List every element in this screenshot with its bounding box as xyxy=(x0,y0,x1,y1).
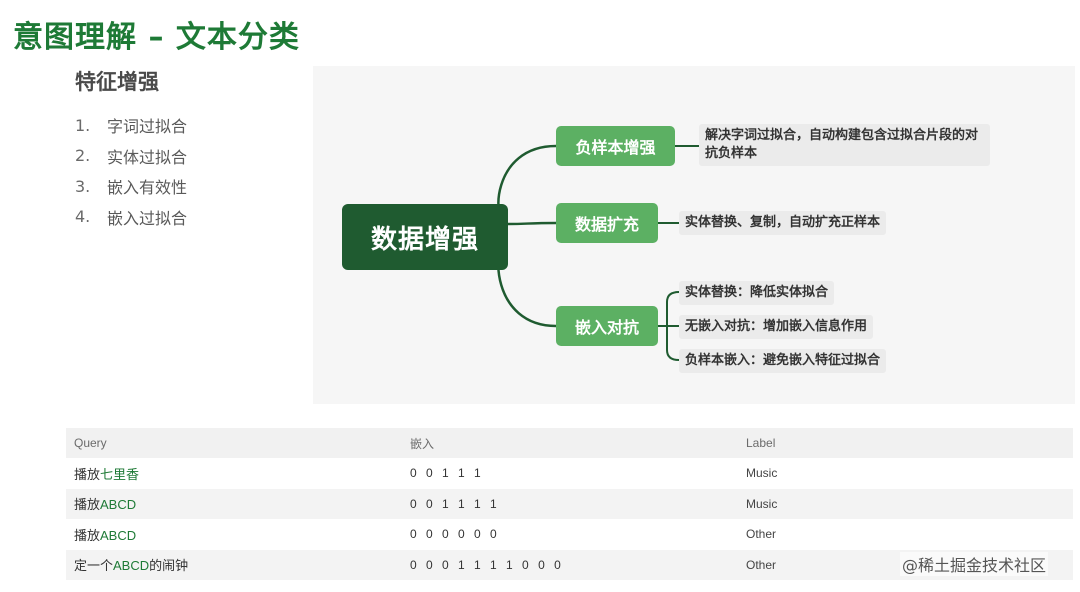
embedding-cell: 0 0 0 1 1 1 1 0 0 0 xyxy=(402,549,738,580)
query-prefix: 播放 xyxy=(74,497,101,513)
leaf-entity-replacement: 实体替换：降低实体拟合 xyxy=(679,281,835,305)
leaf-text-line: 解决字词过拟合，自动构建包含过拟合片段的对 xyxy=(705,128,979,143)
branch-node-embedding-adversarial: 嵌入对抗 xyxy=(556,306,658,346)
table-row: 播放ABCD 0 0 0 0 0 0 Other xyxy=(66,519,1073,550)
table-row: 播放七里香 0 0 1 1 1 Music xyxy=(66,458,1073,489)
feature-item: 4. 嵌入过拟合 xyxy=(75,202,187,233)
feature-number: 2. xyxy=(75,146,91,166)
mindmap-diagram: 数据增强 负样本增强 解决字词过拟合，自动构建包含过拟合片段的对 抗负样本 数据… xyxy=(313,66,1075,404)
branch-node-data-expansion: 数据扩充 xyxy=(556,203,658,243)
feature-number: 4. xyxy=(75,207,91,227)
connector-branch-3-bracket xyxy=(657,291,680,361)
features-title: 特征增强 xyxy=(75,70,159,94)
query-prefix: 定一个 xyxy=(74,558,114,574)
query-cell: 播放ABCD xyxy=(66,488,402,519)
label-cell: Music xyxy=(738,488,1073,519)
query-cell: 播放ABCD xyxy=(66,519,402,550)
feature-label: 嵌入有效性 xyxy=(107,178,188,198)
query-prefix: 播放 xyxy=(74,527,101,543)
embedding-cell: 0 0 1 1 1 1 xyxy=(402,488,738,519)
feature-list: 1. 字词过拟合 2. 实体过拟合 3. 嵌入有效性 4. 嵌入过拟合 xyxy=(75,110,187,232)
feature-label: 嵌入过拟合 xyxy=(107,208,188,228)
feature-label: 实体过拟合 xyxy=(107,147,188,167)
leaf-no-embedding-adversarial: 无嵌入对抗：增加嵌入信息作用 xyxy=(679,315,874,339)
branch-node-negative-sample: 负样本增强 xyxy=(556,126,675,166)
feature-item: 3. 嵌入有效性 xyxy=(75,171,187,202)
query-entity: ABCD xyxy=(100,497,137,513)
feature-number: 3. xyxy=(75,176,91,196)
mindmap-root-node: 数据增强 xyxy=(342,204,508,270)
leaf-text-line: 抗负样本 xyxy=(705,146,758,161)
column-header-query: Query xyxy=(66,428,402,458)
feature-number: 1. xyxy=(75,115,91,135)
leaf-data-expansion: 实体替换、复制，自动扩充正样本 xyxy=(679,211,887,235)
query-entity: ABCD xyxy=(100,527,137,543)
embedding-cell: 0 0 0 0 0 0 xyxy=(402,519,738,550)
query-entity: 七里香 xyxy=(100,466,140,482)
query-suffix: 的闹钟 xyxy=(149,558,189,574)
embedding-cell: 0 0 1 1 1 xyxy=(402,458,738,489)
query-entity: ABCD xyxy=(113,558,150,574)
column-header-embedding: 嵌入 xyxy=(402,428,738,458)
label-cell: Music xyxy=(738,458,1073,489)
leaf-negative-sample-embedding: 负样本嵌入：避免嵌入特征过拟合 xyxy=(679,349,887,373)
feature-item: 1. 字词过拟合 xyxy=(75,110,187,141)
feature-label: 字词过拟合 xyxy=(107,117,188,137)
table-row: 播放ABCD 0 0 1 1 1 1 Music xyxy=(66,488,1073,519)
connector-root-branch-2 xyxy=(507,221,557,226)
query-prefix: 播放 xyxy=(74,466,101,482)
slide-title: 意图理解 – 文本分类 xyxy=(13,20,300,55)
label-cell: Other xyxy=(738,519,1073,550)
query-cell: 播放七里香 xyxy=(66,458,402,489)
feature-item: 2. 实体过拟合 xyxy=(75,141,187,172)
leaf-negative-sample: 解决字词过拟合，自动构建包含过拟合片段的对 抗负样本 xyxy=(699,124,990,166)
table-header-row: Query 嵌入 Label xyxy=(66,428,1073,458)
column-header-label: Label xyxy=(738,428,1073,458)
query-cell: 定一个ABCD的闹钟 xyxy=(66,549,402,580)
watermark: @稀土掘金技术社区 xyxy=(900,552,1049,576)
